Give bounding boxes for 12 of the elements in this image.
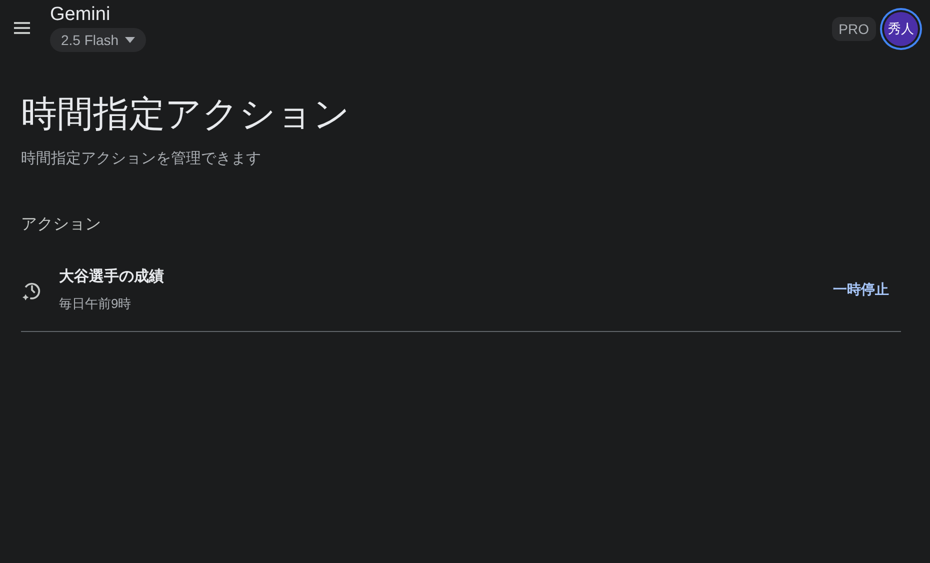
action-schedule: 毎日午前9時 [59,295,132,313]
model-selector[interactable]: 2.5 Flash [50,28,146,52]
page-subtitle: 時間指定アクションを管理できます [21,149,262,168]
section-heading: アクション [21,215,102,235]
app-title: Gemini [50,4,112,26]
pro-badge: PRO [832,17,876,41]
user-avatar[interactable]: 秀人 [884,12,918,46]
pause-button[interactable]: 一時停止 [821,275,901,305]
action-title: 大谷選手の成績 [59,267,165,286]
page-title: 時間指定アクション [21,92,351,136]
menu-icon[interactable] [14,22,30,34]
caret-icon [124,37,135,43]
